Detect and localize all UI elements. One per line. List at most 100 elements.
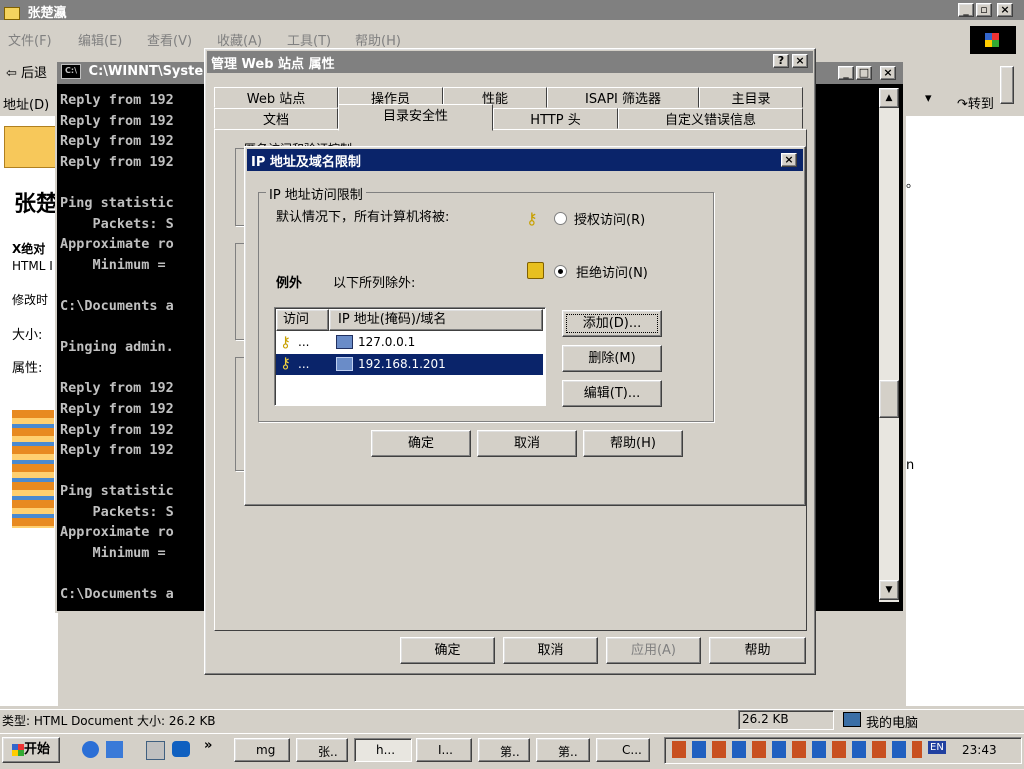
except-text: 以下所列除外:	[333, 276, 416, 291]
properties-title: 管理 Web 站点 属性	[211, 57, 335, 72]
computer-icon	[843, 712, 861, 727]
taskbar-button-console[interactable]: C...	[596, 738, 650, 762]
console-line: Approximate ro	[60, 236, 174, 253]
maximize-button[interactable]: ▫	[976, 3, 992, 17]
default-text: 默认情况下，所有计算机将被:	[276, 210, 450, 225]
tab-custom-errors[interactable]: 自定义错误信息	[618, 108, 803, 129]
taskbar-button-iis[interactable]: I...	[416, 738, 472, 762]
column-header-access[interactable]: 访问	[276, 309, 329, 331]
side-item-attributes: 属性:	[12, 361, 43, 376]
close-button[interactable]: ×	[997, 3, 1013, 17]
scroll-thumb[interactable]	[879, 380, 899, 418]
address-dropdown-icon[interactable]: ▾	[925, 91, 943, 109]
deny-access-label[interactable]: 拒绝访问(N)	[576, 262, 648, 281]
tab-web-site[interactable]: Web 站点	[214, 87, 338, 108]
start-button[interactable]: 开始	[2, 737, 60, 763]
ip-access-group-label: IP 地址访问限制	[266, 184, 366, 203]
console-line: Packets: S	[60, 215, 174, 232]
edit-button[interactable]: 编辑(T)...	[562, 380, 662, 407]
ip-help-button[interactable]: 帮助(H)	[583, 430, 683, 457]
console-output: Reply from 192 Reply from 192 Reply from 1…	[60, 90, 206, 605]
deny-access-radio[interactable]	[554, 265, 567, 278]
properties-help-bottom-button[interactable]: 帮助	[709, 637, 806, 664]
address-label: 地址(D)	[3, 98, 50, 113]
tab-home-directory[interactable]: 主目录	[699, 87, 803, 108]
tray-icons[interactable]	[672, 741, 922, 758]
key-icon: ⚷	[280, 354, 291, 372]
quicklaunch-outlook-icon[interactable]	[106, 741, 123, 758]
list-item[interactable]: ⚷ ... 127.0.0.1	[276, 333, 543, 353]
console-minimize-button[interactable]: _	[838, 66, 854, 80]
taskbar-button-doc2[interactable]: 第..	[536, 738, 590, 762]
windows-flag-icon	[11, 743, 24, 756]
ip-ok-button[interactable]: 确定	[371, 430, 471, 457]
menu-favorites[interactable]: 收藏(A)	[217, 30, 262, 49]
properties-help-button[interactable]: ?	[773, 54, 789, 68]
remove-button[interactable]: 删除(M)	[562, 345, 662, 372]
quicklaunch-more-icon[interactable]: »	[204, 738, 212, 753]
tab-documents[interactable]: 文档	[214, 108, 338, 129]
key-icon: ⚷	[280, 333, 291, 351]
explorer-title: 张楚瀛	[27, 6, 67, 21]
ip-cancel-button[interactable]: 取消	[477, 430, 577, 457]
properties-cancel-button[interactable]: 取消	[503, 637, 598, 664]
console-line: Minimum =	[60, 545, 174, 562]
go-button[interactable]: ↷转到	[957, 93, 994, 112]
grant-access-label[interactable]: 授权访问(R)	[574, 209, 645, 228]
ip-dialog-title: IP 地址及域名限制	[251, 155, 361, 170]
minimize-button[interactable]: _	[958, 3, 974, 17]
properties-close-button[interactable]: ×	[792, 54, 808, 68]
console-line: Reply from 192	[60, 421, 174, 438]
console-line: Pinging admin.	[60, 339, 174, 356]
list-item-ip: 127.0.0.1	[358, 335, 416, 349]
console-scrollbar[interactable]	[879, 88, 899, 602]
console-close-button[interactable]: ×	[880, 66, 896, 80]
menu-help[interactable]: 帮助(H)	[355, 30, 401, 49]
menu-view[interactable]: 查看(V)	[147, 30, 192, 49]
quicklaunch-media-icon[interactable]	[172, 741, 190, 757]
menu-tools[interactable]: 工具(T)	[287, 30, 331, 49]
menu-file[interactable]: 文件(F)	[8, 30, 52, 49]
back-button[interactable]: ⇦ 后退	[6, 62, 47, 81]
taskbar-button-doc1[interactable]: 第..	[478, 738, 530, 762]
tab-isapi-filters[interactable]: ISAPI 筛选器	[547, 87, 699, 108]
console-maximize-button[interactable]: □	[856, 66, 872, 80]
console-line: Ping statistic	[60, 483, 174, 500]
radio-dot	[558, 269, 563, 274]
menu-edit[interactable]: 编辑(E)	[78, 30, 122, 49]
scroll-up-arrow[interactable]: ▲	[879, 88, 899, 108]
console-line: C:\Documents a	[60, 297, 174, 314]
properties-ok-button[interactable]: 确定	[400, 637, 495, 664]
taskbar-button-mg[interactable]: mg	[234, 738, 290, 762]
tab-directory-security[interactable]: 目录安全性	[338, 104, 493, 131]
console-line: Reply from 192	[60, 380, 174, 397]
quicklaunch-ie-icon[interactable]	[82, 741, 99, 758]
side-item-x: X绝对	[12, 242, 46, 256]
console-line: Reply from 192	[60, 92, 174, 108]
lock-icon	[527, 262, 544, 279]
list-item-ip: 192.168.1.201	[358, 357, 446, 371]
taskbar-button-h[interactable]: h...	[354, 738, 412, 762]
key-icon: ⚷	[526, 209, 538, 228]
quicklaunch-desktop-icon[interactable]	[146, 741, 165, 760]
grant-access-radio[interactable]	[554, 212, 567, 225]
console-line: Ping statistic	[60, 194, 174, 211]
explorer-titlebar: 张楚瀛	[0, 0, 1024, 21]
console-line: Reply from 192	[60, 400, 174, 417]
tray-lang[interactable]: EN	[928, 741, 946, 754]
status-zone: 我的电脑	[866, 716, 919, 731]
vertical-scroll-grip[interactable]	[1000, 66, 1014, 104]
folder-icon	[4, 7, 20, 20]
list-item-access: ...	[298, 335, 310, 349]
list-item-selected[interactable]: ⚷ ... 192.168.1.201	[276, 354, 543, 375]
ip-dialog-close-button[interactable]: ×	[781, 153, 797, 167]
properties-apply-button[interactable]: 应用(A)	[606, 637, 701, 664]
tab-http-headers[interactable]: HTTP 头	[493, 108, 618, 129]
right-text-2: n	[906, 458, 915, 473]
column-header-ip[interactable]: IP 地址(掩码)/域名	[329, 309, 543, 331]
taskbar-button-folder[interactable]: 张..	[296, 738, 348, 762]
scroll-down-arrow[interactable]: ▼	[879, 580, 899, 600]
add-button[interactable]: 添加(D)...	[562, 310, 662, 337]
